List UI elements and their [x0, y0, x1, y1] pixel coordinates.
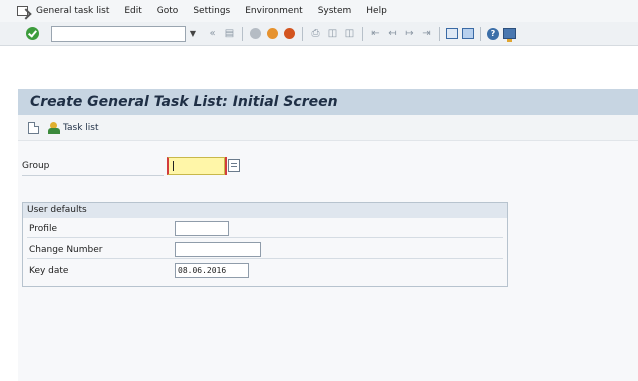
sap-menu-icon[interactable] [16, 5, 30, 17]
toolbar-separator [302, 26, 303, 41]
back-icon[interactable]: « [206, 27, 219, 40]
menu-settings[interactable]: Settings [193, 6, 230, 16]
customize-layout-icon[interactable] [503, 28, 516, 42]
toolbar-separator [480, 26, 481, 41]
cancel-icon[interactable] [284, 28, 295, 39]
left-margin [0, 89, 18, 381]
menu-goto[interactable]: Goto [157, 6, 179, 16]
menu-bar: General task list Edit Goto Settings Env… [0, 0, 638, 22]
last-page-icon[interactable]: ⇥ [420, 27, 433, 40]
first-page-icon[interactable]: ⇤ [369, 27, 382, 40]
next-page-icon[interactable]: ↦ [403, 27, 416, 40]
toolbar-separator [362, 26, 363, 41]
profile-label: Profile [29, 224, 57, 234]
previous-page-icon[interactable]: ↤ [386, 27, 399, 40]
user-defaults-groupbox: User defaults Profile Change Number Key … [22, 202, 508, 287]
profile-input[interactable] [175, 221, 229, 236]
change-number-label: Change Number [29, 245, 103, 255]
new-session-icon[interactable] [446, 28, 458, 39]
menu-help[interactable]: Help [366, 6, 387, 16]
exit-icon[interactable] [267, 28, 278, 39]
print-icon[interactable]: ⎙ [309, 27, 322, 40]
group-label-underline [22, 175, 164, 176]
key-date-input[interactable] [175, 263, 249, 278]
menu-general-task-list[interactable]: General task list [36, 6, 109, 16]
key-date-label: Key date [29, 266, 69, 276]
find-next-icon[interactable]: ◫ [343, 27, 356, 40]
task-list-button-label[interactable]: Task list [63, 123, 99, 133]
group-label: Group [22, 161, 50, 171]
find-icon[interactable]: ◫ [326, 27, 339, 40]
help-icon[interactable]: ? [487, 27, 499, 40]
group-input[interactable] [167, 157, 227, 175]
toolbar-separator [439, 26, 440, 41]
task-list-icon[interactable] [48, 121, 60, 134]
menu-edit[interactable]: Edit [124, 6, 141, 16]
shortcut-icon[interactable] [462, 28, 474, 39]
new-document-icon[interactable] [28, 121, 39, 134]
title-bar: Create General Task List: Initial Screen [18, 89, 638, 115]
menu-system[interactable]: System [318, 6, 352, 16]
standard-toolbar: ▼ « ▤ ⎙ ◫ ◫ ⇤ ↤ ↦ ⇥ ? [0, 22, 638, 46]
key-date-row: Key date [27, 262, 503, 280]
change-number-input[interactable] [175, 242, 261, 257]
command-field[interactable] [51, 25, 186, 42]
change-number-row: Change Number [27, 241, 503, 259]
user-defaults-title: User defaults [23, 203, 507, 218]
application-toolbar: Task list [18, 115, 638, 141]
page-title: Create General Task List: Initial Screen [30, 94, 338, 110]
command-dropdown-icon[interactable]: ▼ [186, 26, 200, 42]
save-icon[interactable]: ▤ [223, 27, 236, 40]
toolbar-separator [242, 26, 243, 41]
enter-icon[interactable] [26, 27, 39, 40]
text-cursor [173, 161, 174, 171]
profile-row: Profile [27, 220, 503, 238]
value-help-icon[interactable] [228, 159, 240, 172]
back-nav-icon[interactable] [250, 28, 261, 39]
menu-environment[interactable]: Environment [245, 6, 302, 16]
group-row: Group [22, 157, 312, 177]
